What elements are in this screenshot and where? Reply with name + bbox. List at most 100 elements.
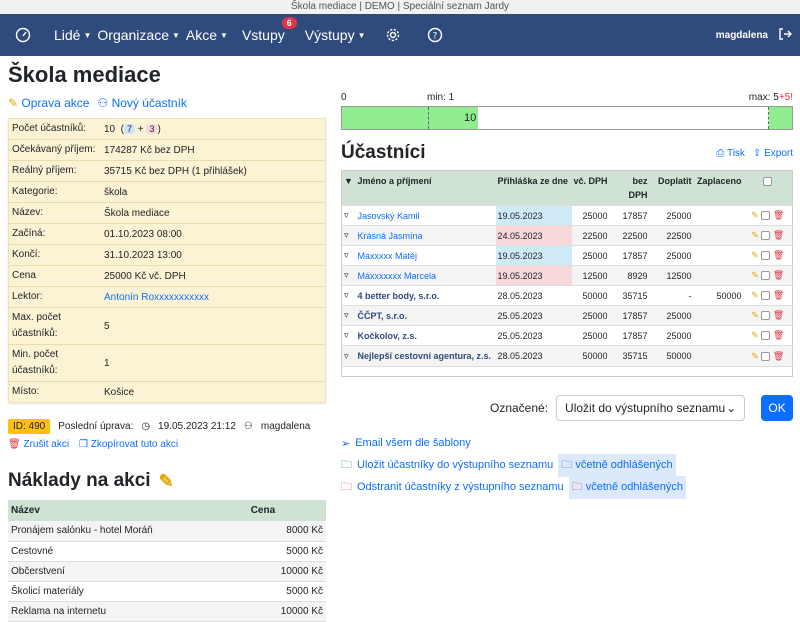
cost-row: Školicí materiály 5000 Kč — [8, 581, 326, 602]
edit-pencil-icon[interactable]: ✎ — [751, 250, 759, 260]
remove-from-output-link[interactable]: Odstranit účastníky z výstupního seznamu — [357, 481, 564, 493]
expand-row-icon[interactable]: ▿ — [341, 225, 356, 246]
row-checkbox[interactable] — [761, 351, 771, 361]
info-row: Očekávaný příjem: 174287 Kč bez DPH — [9, 140, 325, 161]
cost-price: 10000 Kč — [247, 561, 326, 582]
export-link[interactable]: ⇪ Export — [753, 148, 793, 159]
expand-row-icon[interactable]: ▿ — [341, 205, 356, 226]
col-with-vat[interactable]: vč. DPH — [571, 170, 610, 206]
row-checkbox[interactable] — [761, 231, 771, 241]
price-with-vat: 12500 — [571, 265, 610, 286]
bulk-action-select[interactable]: Uložit do výstupního seznamu ⌄ — [556, 395, 746, 421]
expand-all-icon[interactable]: ▼ — [341, 170, 356, 206]
participant-name[interactable]: ČČPT, s.r.o. — [355, 305, 496, 326]
cost-price: 5000 Kč — [247, 541, 326, 562]
row-checkbox[interactable] — [761, 291, 771, 301]
participant-name[interactable]: Maxxxxx Matěj — [355, 245, 496, 266]
edit-costs-pencil-icon[interactable]: ✎ — [159, 471, 174, 492]
dashboard-icon[interactable] — [12, 24, 34, 46]
expand-row-icon[interactable]: ▿ — [341, 245, 356, 266]
help-icon[interactable]: ? — [424, 24, 446, 46]
nav-events[interactable]: Akce ▼ — [186, 27, 228, 43]
participant-name[interactable]: Krásná Jasmína — [355, 225, 496, 246]
save-incl-unsubscribed-link[interactable]: 🗀 včetně odhlášených — [558, 453, 676, 477]
surcharge: 12500 — [649, 265, 694, 286]
nav-inputs[interactable]: Vstupy 6 — [242, 17, 297, 43]
edit-pencil-icon[interactable]: ✎ — [751, 330, 759, 340]
participant-name[interactable]: Máxxxxxxx Marcela — [355, 265, 496, 286]
expand-row-icon[interactable]: ▿ — [341, 285, 356, 306]
edit-pencil-icon[interactable]: ✎ — [751, 210, 759, 220]
edit-event-link[interactable]: ✎ Oprava akce — [8, 96, 89, 116]
costs-col-name: Název — [8, 500, 248, 521]
logout-icon[interactable] — [778, 27, 792, 44]
cancel-event-link[interactable]: 🗑 Zrušit akci — [8, 439, 69, 450]
delete-trash-icon[interactable]: 🗑 — [773, 250, 784, 260]
row-checkbox[interactable] — [761, 331, 771, 341]
delete-trash-icon[interactable]: 🗑 — [773, 210, 784, 220]
ok-button[interactable]: OK — [761, 395, 793, 421]
participant-name[interactable]: Kočkolov, z.s. — [355, 325, 496, 346]
edit-pencil-icon[interactable]: ✎ — [751, 230, 759, 240]
price-with-vat: 25000 — [571, 245, 610, 266]
nav-organizations[interactable]: Organizace ▼ — [97, 27, 180, 43]
gear-icon[interactable] — [382, 24, 404, 46]
new-participant-link[interactable]: ⚇ Nový účastník — [97, 96, 186, 116]
cost-row: Cestovné 5000 Kč — [8, 541, 326, 562]
delete-trash-icon[interactable]: 🗑 — [773, 230, 784, 240]
row-checkbox[interactable] — [761, 211, 771, 221]
info-value: Košice — [104, 386, 135, 398]
copy-event-link[interactable]: ❐ Zkopírovat tuto akci — [79, 439, 178, 450]
price-with-vat: 25000 — [571, 305, 610, 326]
participant-row: ▿ Krásná Jasmína 24.05.2023 22500 22500 … — [341, 225, 793, 246]
add-user-icon: ⚇ — [97, 96, 109, 110]
row-checkbox[interactable] — [761, 251, 771, 261]
delete-trash-icon[interactable]: 🗑 — [773, 270, 784, 280]
edit-pencil-icon[interactable]: ✎ — [751, 270, 759, 280]
surcharge: 50000 — [649, 345, 694, 367]
expand-row-icon[interactable]: ▿ — [341, 305, 356, 326]
expand-row-icon[interactable]: ▿ — [341, 265, 356, 286]
export-icon: ⇪ — [752, 147, 762, 159]
participant-name[interactable]: 4 better body, s.r.o. — [355, 285, 496, 306]
col-application[interactable]: Přihláška ze dne — [495, 170, 572, 206]
expand-row-icon[interactable]: ▿ — [341, 325, 356, 346]
row-checkbox[interactable] — [761, 271, 771, 281]
col-name[interactable]: Jméno a příjmení — [355, 170, 496, 206]
delete-trash-icon[interactable]: 🗑 — [773, 310, 784, 320]
info-key: Počet účastníků: — [12, 123, 86, 134]
surcharge: 25000 — [649, 325, 694, 346]
edit-pencil-icon[interactable]: ✎ — [751, 310, 759, 320]
info-value[interactable]: Antonín Roxxxxxxxxxxx — [104, 290, 325, 305]
nav-people[interactable]: Lidé ▼ — [54, 27, 91, 43]
info-row: Min. počet účastníků: 1 — [9, 345, 325, 382]
trash-icon: 🗑 — [8, 439, 21, 450]
email-template-link[interactable]: ➢ Email všem dle šablony — [341, 432, 686, 454]
info-value: 174287 Kč bez DPH — [104, 144, 195, 156]
participant-row: ▿ 4 better body, s.r.o. 28.05.2023 50000… — [341, 285, 793, 306]
edit-pencil-icon[interactable]: ✎ — [751, 351, 759, 361]
user-name[interactable]: magdalena — [716, 30, 768, 41]
nav-outputs[interactable]: Výstupy ▼ — [305, 27, 366, 43]
info-row: Místo: Košice — [9, 382, 325, 402]
application-date: 25.05.2023 — [495, 305, 572, 326]
row-checkbox[interactable] — [761, 311, 771, 321]
cost-row: Pronájem salónku - hotel Moráň 8000 Kč — [8, 521, 326, 542]
save-to-output-link[interactable]: Uložit účastníky do výstupního seznamu — [357, 459, 553, 471]
select-all-checkbox[interactable] — [763, 177, 773, 187]
remove-incl-unsubscribed-link[interactable]: 🗀 včetně odhlášených — [568, 475, 686, 499]
expand-row-icon[interactable]: ▿ — [341, 345, 356, 367]
print-link[interactable]: ⎙ Tisk — [716, 148, 745, 159]
col-paid[interactable]: Zaplaceno — [693, 170, 744, 206]
col-surcharge[interactable]: Doplatit — [649, 170, 694, 206]
capacity-fill — [342, 107, 478, 129]
delete-trash-icon[interactable]: 🗑 — [773, 290, 784, 300]
copy-icon: ❐ — [79, 439, 89, 450]
col-without-vat[interactable]: bez DPH — [609, 170, 650, 206]
participant-name[interactable]: Jasovský Kamil — [355, 205, 496, 226]
edit-pencil-icon[interactable]: ✎ — [751, 290, 759, 300]
participant-name[interactable]: Nejlepší cestovní agentura, z.s. — [355, 345, 496, 367]
info-key: Min. počet účastníků: — [12, 349, 59, 376]
delete-trash-icon[interactable]: 🗑 — [773, 330, 784, 340]
delete-trash-icon[interactable]: 🗑 — [773, 351, 784, 361]
